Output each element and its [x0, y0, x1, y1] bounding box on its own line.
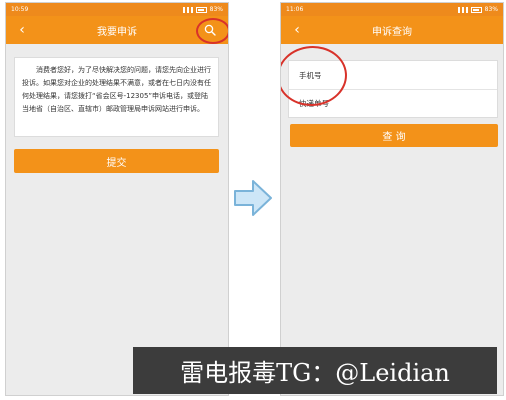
signal-icon [180, 6, 193, 13]
battery-icon [195, 6, 207, 13]
back-button[interactable]: ‹ [287, 20, 307, 40]
status-icons: 83% [455, 6, 498, 13]
right-phone-screen: 11:06 83% ‹ 申诉查询 手机号 快递单号 查 询 [280, 2, 504, 396]
notice-text: 消费者您好，为了尽快解决您的问题，请您先向企业进行投诉。如果您对企业的处理结果不… [22, 66, 211, 113]
notice-card: 消费者您好，为了尽快解决您的问题，请您先向企业进行投诉。如果您对企业的处理结果不… [14, 57, 219, 137]
status-time: 10:59 [11, 6, 29, 13]
battery-icon [470, 6, 482, 13]
nav-bar: ‹ 我要申诉 [6, 16, 228, 44]
query-button[interactable]: 查 询 [290, 124, 498, 147]
phone-input[interactable] [327, 70, 487, 80]
status-bar: 11:06 83% [281, 3, 503, 16]
page-title: 申诉查询 [372, 26, 412, 38]
signal-icon [455, 6, 468, 13]
watermark-banner: 雷电报毒TG：@Leidian [133, 347, 497, 394]
back-arrow-icon: ‹ [19, 22, 25, 38]
status-time: 11:06 [286, 6, 304, 13]
highlight-circle [196, 18, 228, 44]
battery-level: 83% [484, 6, 498, 13]
submit-button[interactable]: 提交 [14, 149, 219, 173]
battery-level: 83% [209, 6, 223, 13]
right-arrow-icon [234, 180, 272, 216]
back-button[interactable]: ‹ [12, 20, 32, 40]
status-bar: 10:59 83% [6, 3, 228, 16]
left-phone-screen: 10:59 83% ‹ 我要申诉 消费者您好，为了尽快解决您的问题，请您先向企业… [5, 2, 229, 396]
tracking-number-input[interactable] [335, 99, 487, 108]
status-icons: 83% [180, 6, 223, 13]
nav-bar: ‹ 申诉查询 [281, 16, 503, 44]
page-title: 我要申诉 [97, 26, 137, 38]
back-arrow-icon: ‹ [294, 22, 300, 38]
